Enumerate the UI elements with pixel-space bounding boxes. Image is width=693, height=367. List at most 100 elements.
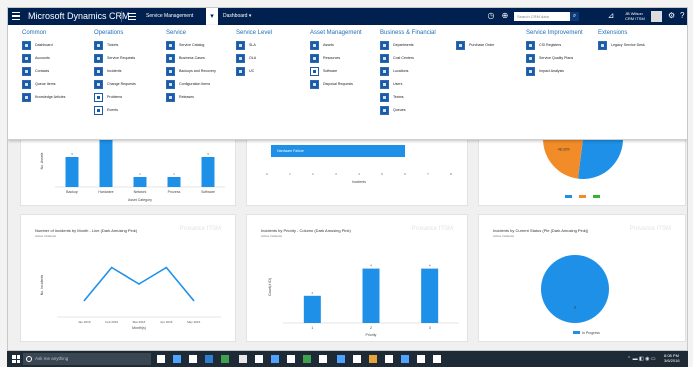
sitemap-item-label: Software	[323, 69, 338, 73]
sitemap-item[interactable]: SLA	[236, 40, 256, 50]
sitemap-item[interactable]: Teams	[380, 92, 404, 102]
sitemap-item[interactable]: Legacy Service Desk	[598, 40, 645, 50]
advanced-find-icon[interactable]: ⊿	[606, 11, 616, 21]
sitemap-item[interactable]: Service Catalog	[166, 40, 204, 50]
taskbar-app-icon[interactable]	[239, 355, 247, 363]
sitemap-item[interactable]: Service Quality Plans	[526, 53, 573, 63]
entity-icon	[236, 66, 245, 76]
app-title[interactable]: Microsoft Dynamics CRM	[28, 11, 130, 21]
history-icon[interactable]: ◷	[486, 11, 496, 21]
entity-icon	[598, 40, 607, 50]
taskbar-clock[interactable]: 8:08 PM 3/6/2016	[664, 353, 680, 363]
taskbar-app-icon[interactable]	[157, 355, 165, 363]
bar-data-label: 3	[207, 152, 209, 156]
chart-bar	[362, 268, 380, 323]
top-nav-bar: Microsoft Dynamics CRM Service Managemen…	[8, 8, 687, 25]
entity-icon	[166, 40, 175, 50]
sitemap-item[interactable]: Disposal Requests	[310, 79, 353, 89]
entity-icon	[166, 53, 175, 63]
taskbar-app-icon[interactable]	[287, 355, 295, 363]
sitemap-item[interactable]: Resources	[310, 53, 340, 63]
taskbar-app-icon[interactable]	[353, 355, 361, 363]
bar-data-label: 2	[311, 291, 313, 295]
sitemap-item[interactable]: UC	[236, 66, 254, 76]
sitemap-item[interactable]: Contacts	[22, 66, 49, 76]
search-icon[interactable]: ⌕	[570, 12, 579, 21]
taskbar-app-icon[interactable]	[319, 355, 327, 363]
sitemap-item[interactable]: Purchase Order	[456, 40, 494, 50]
sitemap-item[interactable]: Users	[380, 79, 402, 89]
sitemap-item[interactable]: OLA	[236, 53, 256, 63]
data-point	[83, 299, 86, 302]
taskbar-app-icon[interactable]	[221, 355, 229, 363]
windows-start-icon[interactable]	[12, 355, 20, 363]
create-icon[interactable]: ⊕	[500, 11, 510, 21]
taskbar-app-icon[interactable]	[189, 355, 197, 363]
entity-icon	[22, 66, 31, 76]
sitemap-column-title: Service	[166, 30, 187, 36]
sitemap-item[interactable]: Incidents	[94, 66, 121, 76]
taskbar-app-icon[interactable]	[369, 355, 377, 363]
sitemap-item[interactable]: Assets	[310, 40, 334, 50]
gear-icon[interactable]: ⚙	[668, 11, 675, 20]
x-tick-label: Network	[134, 190, 147, 194]
entity-icon	[22, 53, 31, 63]
sitemap-item[interactable]: Business Cases	[166, 53, 205, 63]
app-grid-icon[interactable]	[128, 13, 136, 20]
incidents-by-month-chart: Jan 2016 Feb 2016 Mar 2016 Apr 2016 May 2016…	[40, 266, 221, 330]
taskbar-app-icon[interactable]	[385, 355, 393, 363]
sitemap-item-label: Tickets	[107, 43, 119, 47]
sitemap-item[interactable]: Tickets	[94, 40, 118, 50]
sitemap-item[interactable]: Cost Centers	[380, 53, 414, 63]
taskbar-app-icon[interactable]	[417, 355, 425, 363]
sitemap-item[interactable]: CSI Registers	[526, 40, 561, 50]
taskbar-app-icon[interactable]	[173, 355, 181, 363]
taskbar-app-icon[interactable]	[255, 355, 263, 363]
bar-data-label: 4	[429, 264, 431, 268]
bar-data-label: 3	[71, 152, 73, 156]
dashboard-nav[interactable]: Dashboard ▾	[223, 13, 251, 19]
sitemap-column-title: Operations	[94, 30, 124, 36]
taskbar-app-icon[interactable]	[401, 355, 409, 363]
taskbar-app-icon[interactable]	[271, 355, 279, 363]
sitemap-item-label: Contacts	[35, 69, 50, 73]
taskbar-app-icon[interactable]	[433, 355, 441, 363]
avatar[interactable]	[651, 11, 662, 22]
taskbar-app-icon[interactable]	[205, 355, 213, 363]
sitemap-item[interactable]: Knowledge Articles	[22, 92, 65, 102]
sitemap-item[interactable]: Queues	[380, 105, 406, 115]
bar-category-label: Hardware Failure	[277, 149, 304, 153]
sitemap-item[interactable]: Events	[94, 105, 118, 115]
sitemap-item[interactable]: Accounts	[22, 53, 50, 63]
sitemap-item[interactable]: Problems	[94, 92, 122, 102]
sitemap-item[interactable]: Impact Analysis	[526, 66, 564, 76]
sitemap-item[interactable]: Backups and Recovery	[166, 66, 216, 76]
menu-icon[interactable]	[12, 12, 20, 20]
sitemap-item[interactable]: Releases	[166, 92, 194, 102]
sitemap-item[interactable]: Change Requests	[94, 79, 136, 89]
incidents-by-status-panel: Incidents by Current Status (Pie (Dark A…	[478, 214, 686, 342]
area-selector[interactable]: Service Management	[146, 13, 193, 19]
sitemap-item[interactable]: Departments	[380, 40, 414, 50]
help-icon[interactable]: ?	[680, 11, 684, 20]
sitemap-item[interactable]: Software	[310, 66, 337, 76]
system-tray-icons[interactable]: ⌃ ▬ ◧ ◉ ▭	[627, 356, 656, 362]
search-input[interactable]: Search CRM data	[514, 12, 570, 21]
sitemap-item[interactable]: Service Requests	[94, 53, 135, 63]
sitemap-item[interactable]: Queue Items	[22, 79, 56, 89]
sitemap-item[interactable]: Locations	[380, 66, 408, 76]
taskbar-app-icon[interactable]	[337, 355, 345, 363]
sitemap-item[interactable]: Dashboard	[22, 40, 53, 50]
area-dropdown-caret[interactable]: ▾	[206, 8, 218, 25]
sitemap-item-label: Assets	[323, 43, 334, 47]
user-info[interactable]: JB Wilson CRM ITSM	[625, 11, 645, 21]
sitemap-item-label: CSI Registers	[539, 43, 562, 47]
x-tick-label: May 2016	[187, 320, 201, 324]
x-tick-label: 3	[429, 326, 431, 330]
data-point	[192, 299, 195, 302]
sitemap-item-label: SLA	[249, 43, 256, 47]
sitemap-item[interactable]: Configuration Items	[166, 79, 210, 89]
cortana-search-box[interactable]: Ask me anything	[23, 353, 151, 365]
taskbar-app-icon[interactable]	[303, 355, 311, 363]
x-tick-label: 3	[335, 172, 337, 176]
